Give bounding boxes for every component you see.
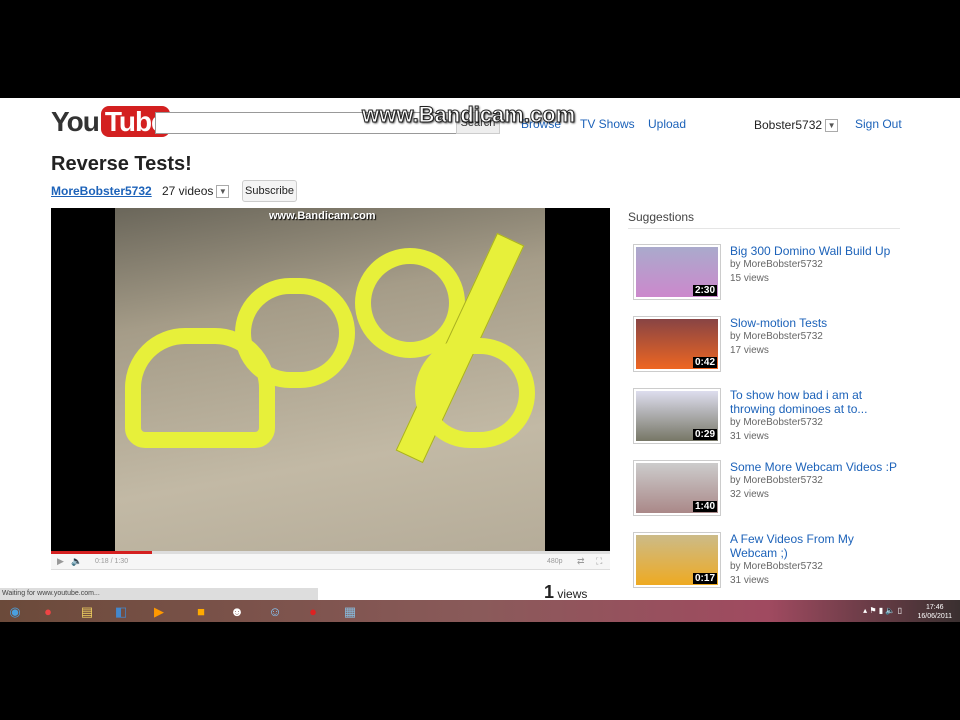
- suggestion-author[interactable]: by MoreBobster5732: [730, 474, 900, 488]
- nav-tv-shows[interactable]: TV Shows: [580, 117, 635, 131]
- sign-out-link[interactable]: Sign Out: [855, 117, 902, 131]
- volume-icon[interactable]: 🔈: [71, 556, 82, 567]
- subscribe-button[interactable]: Subscribe: [242, 180, 297, 202]
- suggestion-thumbnail[interactable]: 2:30: [633, 244, 721, 300]
- duration-badge: 0:29: [692, 429, 717, 440]
- app-icon[interactable]: ◧: [106, 602, 136, 621]
- chevron-down-icon: ▼: [825, 119, 839, 133]
- suggestion-title[interactable]: Some More Webcam Videos :P: [730, 460, 897, 474]
- user-menu[interactable]: Bobster5732 ▼: [754, 118, 839, 133]
- start-button[interactable]: ◉: [0, 602, 30, 621]
- fullscreen-icon[interactable]: ⛶: [596, 556, 602, 567]
- game-icon[interactable]: ■: [186, 602, 216, 621]
- suggestion-views: 15 views: [730, 273, 769, 284]
- system-tray[interactable]: ▴ ⚑ ▮ 🔈 ▯: [863, 606, 902, 615]
- quality-button[interactable]: 480p: [547, 558, 563, 565]
- suggestion-thumbnail[interactable]: 0:42: [633, 316, 721, 372]
- explorer-icon[interactable]: ▤: [72, 602, 102, 621]
- play-icon[interactable]: ▶: [57, 556, 64, 567]
- chrome-icon[interactable]: ●: [33, 602, 63, 621]
- panda-icon[interactable]: ☻: [222, 602, 252, 621]
- views-number: 1: [544, 582, 555, 600]
- suggestion-views: 32 views: [730, 489, 769, 500]
- suggestion-title[interactable]: Big 300 Domino Wall Build Up: [730, 244, 890, 258]
- clock-date: 16/06/2011: [917, 613, 952, 620]
- nav-upload[interactable]: Upload: [648, 117, 686, 131]
- video-player[interactable]: www.Bandicam.com: [51, 208, 610, 551]
- video-watermark: www.Bandicam.com: [269, 210, 376, 222]
- clock-time: 17:46: [925, 604, 944, 611]
- bandicam-watermark: www.Bandicam.com: [361, 102, 576, 128]
- suggestion-thumbnail[interactable]: 0:29: [633, 388, 721, 444]
- suggestion-author[interactable]: by MoreBobster5732: [730, 258, 900, 272]
- divider: [628, 228, 900, 229]
- suggestion-item[interactable]: 0:17 A Few Videos From My Webcam ;) by Mo…: [633, 532, 903, 592]
- suggestion-views: 31 views: [730, 431, 769, 442]
- duration-badge: 1:40: [692, 501, 717, 512]
- suggestion-views: 31 views: [730, 575, 769, 586]
- suggestion-item[interactable]: 2:30 Big 300 Domino Wall Build Up by More…: [633, 244, 903, 304]
- browser-page: You Tube Search Browse TV Shows Upload Si…: [0, 98, 960, 600]
- video-count[interactable]: 27 videos ▼: [162, 184, 230, 199]
- taskbar: ◉ ● ▤ ◧ ▶ ■ ☻ ☺ ● ▦ ▴ ⚑ ▮ 🔈 ▯ 17:46 16/06…: [0, 600, 960, 622]
- suggestion-item[interactable]: 0:42 Slow-motion Tests by MoreBobster5732…: [633, 316, 903, 376]
- suggestion-item[interactable]: 0:29 To show how bad i am at throwing do…: [633, 388, 903, 448]
- duration-badge: 0:42: [692, 357, 717, 368]
- views-label: views: [557, 587, 588, 600]
- suggestion-author[interactable]: by MoreBobster5732: [730, 416, 900, 430]
- suggestion-title[interactable]: A Few Videos From My Webcam ;): [730, 532, 854, 560]
- page-title: Reverse Tests!: [51, 153, 192, 175]
- popout-icon[interactable]: ⇄: [577, 556, 585, 567]
- suggestion-author[interactable]: by MoreBobster5732: [730, 330, 900, 344]
- chevron-down-icon: ▼: [216, 185, 230, 199]
- time-display: 0:18 / 1:30: [95, 558, 129, 565]
- logo-you: You: [51, 106, 100, 137]
- username: Bobster5732: [754, 118, 823, 132]
- recorder-icon[interactable]: ●: [298, 602, 328, 621]
- suggestion-item[interactable]: 1:40 Some More Webcam Videos :P by MoreBo…: [633, 460, 903, 520]
- video-count-label: 27 videos: [162, 184, 214, 198]
- media-player-icon[interactable]: ▶: [144, 602, 174, 621]
- suggestion-title[interactable]: To show how bad i am at throwing dominoe…: [730, 388, 867, 416]
- clock[interactable]: 17:46 16/06/2011: [917, 603, 952, 621]
- duration-badge: 0:17: [692, 573, 717, 584]
- suggestions-heading: Suggestions: [628, 210, 695, 224]
- suggestion-thumbnail[interactable]: 1:40: [633, 460, 721, 516]
- app-icon[interactable]: ☺: [260, 602, 290, 621]
- suggestion-title[interactable]: Slow-motion Tests: [730, 316, 827, 330]
- suggestion-author[interactable]: by MoreBobster5732: [730, 560, 900, 574]
- duration-badge: 2:30: [692, 285, 717, 296]
- suggestion-thumbnail[interactable]: 0:17: [633, 532, 721, 588]
- status-bar: Waiting for www.youtube.com...: [0, 588, 318, 600]
- suggestion-views: 17 views: [730, 345, 769, 356]
- calculator-icon[interactable]: ▦: [335, 602, 365, 621]
- youtube-logo[interactable]: You Tube: [51, 106, 170, 138]
- video-frame: [115, 208, 545, 551]
- player-controls: ▶ 🔈 0:18 / 1:30 480p ⇄ ⛶: [51, 554, 610, 570]
- view-count: 1 views: [544, 582, 587, 600]
- channel-link[interactable]: MoreBobster5732: [51, 184, 152, 198]
